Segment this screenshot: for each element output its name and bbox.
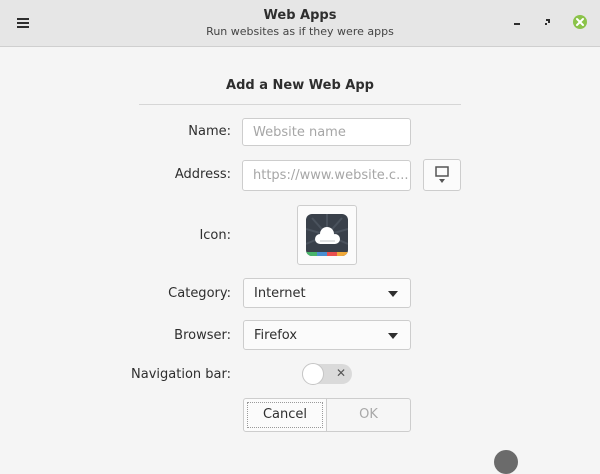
ok-label: OK [359, 407, 378, 422]
category-value: Internet [254, 286, 306, 301]
category-dropdown[interactable]: Internet [243, 278, 411, 308]
partial-indicator [494, 450, 518, 474]
header-bar: Web Apps Run websites as if they were ap… [0, 0, 600, 47]
download-favicon-icon [435, 166, 449, 183]
cloud-icon [306, 214, 348, 256]
address-field[interactable]: https://www.website.c... [242, 160, 411, 191]
category-label: Category: [168, 286, 231, 301]
dropdown-arrow-icon [388, 291, 398, 297]
toggle-off-icon: ✕ [335, 366, 346, 380]
cancel-button[interactable]: Cancel [243, 398, 327, 432]
name-label: Name: [188, 124, 231, 139]
browser-dropdown[interactable]: Firefox [243, 320, 411, 350]
navigation-bar-toggle[interactable]: ✕ [302, 363, 352, 385]
icon-label: Icon: [199, 228, 231, 243]
name-placeholder: Website name [253, 125, 346, 140]
navigation-bar-label: Navigation bar: [131, 367, 231, 382]
address-placeholder: https://www.website.c... [253, 168, 409, 183]
close-icon[interactable] [571, 13, 589, 31]
ok-button[interactable]: OK [326, 398, 411, 432]
fetch-favicon-button[interactable] [423, 159, 461, 191]
dropdown-arrow-icon [388, 333, 398, 339]
toggle-knob [302, 363, 324, 385]
maximize-icon[interactable] [539, 13, 557, 31]
name-field[interactable]: Website name [242, 118, 411, 146]
browser-value: Firefox [254, 328, 298, 343]
browser-label: Browser: [174, 328, 231, 343]
address-label: Address: [174, 167, 231, 182]
dialog-heading: Add a New Web App [226, 78, 374, 93]
heading-divider [139, 104, 461, 105]
focus-ring [247, 402, 323, 428]
icon-chooser-button[interactable] [297, 205, 357, 265]
minimize-icon[interactable] [508, 13, 526, 31]
